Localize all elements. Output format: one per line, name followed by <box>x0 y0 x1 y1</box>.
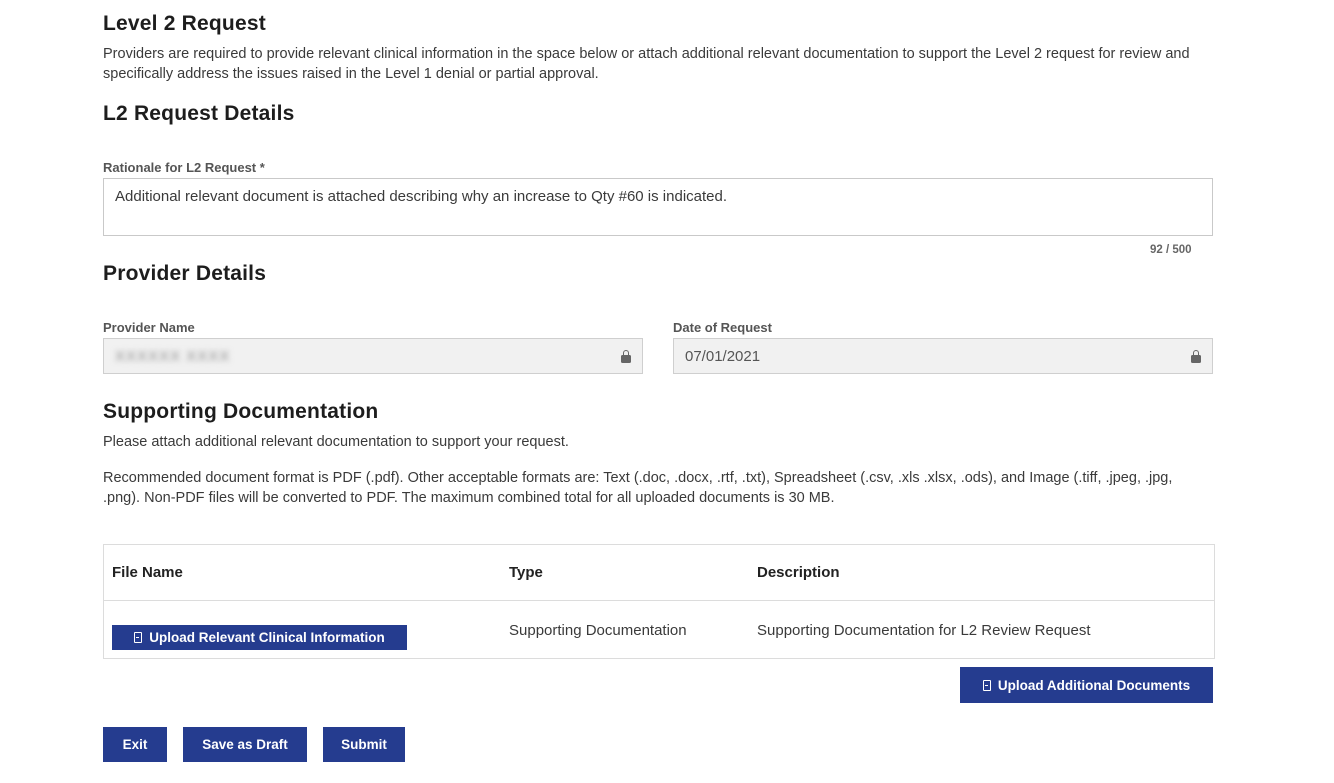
provider-name-field: XXXXXX XXXX <box>103 338 643 374</box>
supporting-docs-intro: Please attach additional relevant docume… <box>103 434 569 450</box>
file-upload-icon <box>134 632 143 643</box>
row-type: Supporting Documentation <box>501 600 749 658</box>
save-as-draft-button[interactable]: Save as Draft <box>183 727 307 762</box>
table-header-row: File Name Type Description <box>104 544 1214 601</box>
page-title: Level 2 Request <box>103 12 266 35</box>
exit-button[interactable]: Exit <box>103 727 167 762</box>
upload-additional-documents-button[interactable]: Upload Additional Documents <box>960 667 1213 703</box>
submit-button[interactable]: Submit <box>323 727 405 762</box>
supporting-docs-formats: Recommended document format is PDF (.pdf… <box>103 470 1173 506</box>
rationale-textarea[interactable]: Additional relevant document is attached… <box>103 178 1213 236</box>
file-upload-icon <box>982 679 991 691</box>
l2-request-details-heading: L2 Request Details <box>103 102 295 125</box>
upload-clinical-info-button[interactable]: Upload Relevant Clinical Information <box>112 625 407 650</box>
table-row: Upload Relevant Clinical Information Sup… <box>104 600 1214 658</box>
supporting-documentation-heading: Supporting Documentation <box>103 400 379 423</box>
column-description: Description <box>749 544 1214 601</box>
provider-name-label: Provider Name <box>103 320 195 335</box>
column-type: Type <box>501 544 749 601</box>
lock-icon <box>621 349 631 363</box>
character-counter: 92 / 500 <box>1150 244 1192 256</box>
provider-details-heading: Provider Details <box>103 262 267 285</box>
rationale-label: Rationale for L2 Request * <box>103 160 265 175</box>
level2-description: Providers are required to provide releva… <box>103 46 1190 82</box>
provider-name-value: XXXXXX XXXX <box>115 347 231 365</box>
row-description: Supporting Documentation for L2 Review R… <box>749 600 1214 658</box>
date-of-request-field: 07/01/2021 <box>673 338 1213 374</box>
column-file-name: File Name <box>104 544 501 601</box>
date-of-request-label: Date of Request <box>673 320 772 335</box>
documents-table: File Name Type Description Upload Releva… <box>103 544 1215 659</box>
lock-icon <box>1191 349 1201 363</box>
date-of-request-value: 07/01/2021 <box>685 347 761 365</box>
